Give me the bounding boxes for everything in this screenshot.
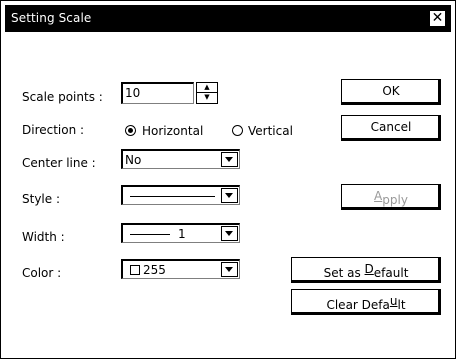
center-line-value: No: [125, 153, 142, 167]
cancel-button[interactable]: Cancel: [341, 115, 441, 141]
ok-button-label: OK: [382, 84, 400, 98]
style-label: Style :: [22, 192, 60, 206]
width-label: Width :: [22, 230, 65, 244]
set-as-default-label: Set as Default: [323, 262, 409, 280]
scale-points-label: Scale points :: [22, 90, 103, 104]
line-width-sample: [130, 234, 170, 235]
dialog-title: Setting Scale: [11, 11, 92, 25]
chevron-down-icon[interactable]: [221, 262, 238, 277]
set-as-default-button[interactable]: Set as Default: [291, 257, 441, 283]
scale-points-spinner[interactable]: ▲ ▼: [196, 82, 218, 104]
color-value: 255: [143, 263, 166, 277]
chevron-down-icon[interactable]: [221, 226, 238, 241]
line-style-sample: [130, 196, 215, 197]
width-value: 1: [178, 227, 186, 241]
close-icon[interactable]: ✕: [430, 11, 445, 26]
radio-icon[interactable]: [125, 125, 136, 136]
apply-button-label: Apply: [374, 189, 408, 207]
title-bar: Setting Scale ✕: [5, 5, 451, 32]
spin-up-icon[interactable]: ▲: [197, 83, 217, 93]
center-line-label: Center line :: [22, 156, 96, 170]
clear-default-label: Clear Default: [326, 294, 406, 312]
setting-scale-dialog: Setting Scale ✕ Scale points : 10 ▲ ▼ Di…: [0, 0, 456, 359]
radio-icon[interactable]: [232, 125, 243, 136]
style-select[interactable]: [121, 185, 240, 205]
color-label: Color :: [22, 266, 62, 280]
scale-points-input[interactable]: 10: [121, 82, 194, 104]
chevron-down-icon[interactable]: [221, 152, 238, 167]
cancel-button-label: Cancel: [370, 120, 412, 134]
center-line-select[interactable]: No: [121, 149, 240, 169]
chevron-down-icon[interactable]: [221, 188, 238, 203]
width-select[interactable]: 1: [121, 223, 240, 243]
color-swatch: [130, 265, 140, 275]
apply-button[interactable]: Apply: [341, 184, 441, 210]
spin-down-icon[interactable]: ▼: [197, 93, 217, 103]
clear-default-button[interactable]: Clear Default: [291, 289, 441, 315]
color-select[interactable]: 255: [121, 259, 240, 279]
ok-button[interactable]: OK: [341, 79, 441, 105]
direction-vertical-option[interactable]: Vertical: [248, 124, 293, 138]
scale-points-value: 10: [125, 86, 141, 100]
direction-horizontal-option[interactable]: Horizontal: [142, 124, 203, 138]
direction-label: Direction :: [22, 123, 85, 137]
